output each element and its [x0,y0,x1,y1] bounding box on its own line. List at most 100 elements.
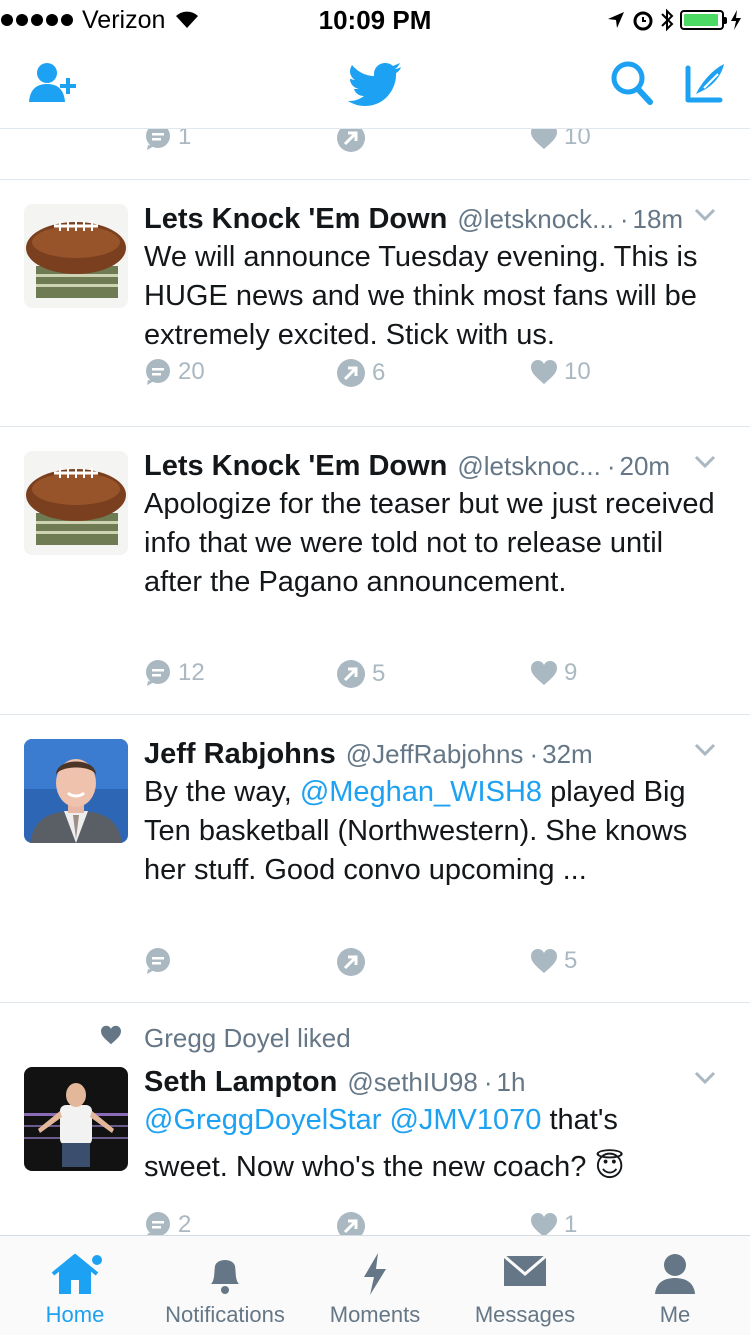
battery-icon [680,10,727,30]
retweet-button[interactable]: 5 [336,659,385,689]
retweet-icon [337,948,365,976]
like-button[interactable]: 1 [530,1211,577,1235]
author-handle[interactable]: @letsknock... [457,200,613,238]
tweet-time: 20m [619,451,671,481]
bluetooth-icon [661,8,674,32]
author-name[interactable]: Seth Lampton [144,1063,337,1101]
reply-icon [146,129,170,150]
tab-notifications[interactable]: Notifications [150,1236,300,1335]
chevron-down-icon[interactable] [694,455,716,469]
like-button[interactable]: 5 [530,947,577,975]
reply-icon [146,1212,170,1235]
author-name[interactable]: Jeff Rabjohns [144,735,336,773]
reply-button[interactable] [144,947,178,975]
retweet-icon [337,359,365,387]
tweet-time: 1h [496,1067,526,1097]
tweet-text-part: that's [541,1104,618,1136]
tab-label: Moments [329,1302,421,1327]
heart-icon [531,1213,557,1235]
avatar[interactable] [24,739,128,843]
tweet-header: Jeff Rabjohns @JeffRabjohns · 32m [144,735,716,773]
chevron-down-icon[interactable] [694,1071,716,1085]
separator-dot: · [619,204,629,234]
tweet[interactable]: Lets Knock 'Em Down @letsknoc... · 20m A… [0,427,750,715]
retweet-icon [337,660,365,688]
reply-count: 20 [178,358,205,385]
reply-count: 1 [178,129,192,150]
tweet[interactable]: Lets Knock 'Em Down @letsknock... · 18m … [0,180,750,427]
search-icon[interactable] [610,60,654,111]
tweet-content: Lets Knock 'Em Down @letsknoc... · 20m A… [144,447,716,602]
author-name[interactable]: Lets Knock 'Em Down [144,200,447,238]
chevron-down-icon[interactable] [694,743,716,757]
tab-label: Me [659,1302,691,1327]
mention-link[interactable]: @Meghan_WISH8 [300,776,542,808]
avatar[interactable] [24,451,128,555]
author-handle[interactable]: @JeffRabjohns [346,735,524,773]
reply-icon [146,359,170,385]
retweet-icon [337,129,365,152]
tweet-text-part: By the way, [144,776,300,808]
tab-bar: Home Notifications Moments Messages Me [0,1235,750,1335]
retweet-button[interactable]: 6 [336,358,385,388]
tab-moments[interactable]: Moments [300,1236,450,1335]
tweet-text: By the way, @Meghan_WISH8 played Big Ten… [144,773,716,890]
tab-home[interactable]: Home [0,1236,150,1335]
tweet-header: Lets Knock 'Em Down @letsknoc... · 20m [144,447,716,485]
retweet-count: 5 [372,660,386,687]
author-handle[interactable]: @letsknoc... [457,447,600,485]
status-right [606,5,742,35]
tweet-text: Apologize for the teaser but we just rec… [144,488,715,598]
tweet-header: Seth Lampton @sethIU98 · 1h [144,1063,716,1101]
charging-icon [731,10,741,30]
tweet-text-part: sweet. Now who's the new coach? [144,1151,595,1183]
mention-link[interactable]: @GreggDoyelStar [144,1104,381,1136]
like-button[interactable]: 10 [530,358,591,386]
retweet-button[interactable] [336,129,372,153]
like-count: 5 [564,947,578,974]
tweet-actions: 1 10 [144,129,664,163]
tab-label: Notifications [165,1302,285,1327]
person-icon [655,1254,695,1294]
reply-icon [146,948,170,974]
mention-link[interactable]: @JMV1070 [389,1104,541,1136]
like-button[interactable]: 9 [530,659,577,687]
like-count: 9 [564,659,578,686]
tab-label: Messages [474,1302,576,1327]
like-count: 10 [564,129,591,150]
author-handle[interactable]: @sethIU98 [347,1063,477,1101]
reply-button[interactable]: 12 [144,659,205,687]
chevron-down-icon[interactable] [694,208,716,222]
reply-button[interactable]: 2 [144,1211,191,1235]
like-button[interactable]: 10 [530,129,591,151]
add-user-icon[interactable] [28,60,78,109]
tweet-content: Jeff Rabjohns @JeffRabjohns · 32m By the… [144,735,716,890]
author-name[interactable]: Lets Knock 'Em Down [144,447,447,485]
timeline-feed[interactable]: 1 10 Lets Knock 'Em Down @letsknock... ·… [0,129,750,1235]
tab-me[interactable]: Me [600,1236,750,1335]
separator-dot: · [483,1067,493,1097]
twitter-bird-icon[interactable] [348,62,402,111]
liked-heart-icon [101,1025,121,1045]
avatar[interactable] [24,1067,128,1171]
lightning-icon [364,1253,386,1295]
tweet-text: We will announce Tuesday evening. This i… [144,241,698,351]
social-context-label[interactable]: Gregg Doyel liked [144,1023,351,1054]
tweet-content: Lets Knock 'Em Down @letsknock... · 18m … [144,200,716,355]
avatar[interactable] [24,204,128,308]
retweet-button[interactable] [336,947,372,977]
tweet[interactable]: Gregg Doyel liked Seth Lampton @sethIU98… [0,1003,750,1235]
tweet-partial[interactable]: 1 10 [0,129,750,180]
tweet[interactable]: Jeff Rabjohns @JeffRabjohns · 32m By the… [0,715,750,1003]
tab-messages[interactable]: Messages [450,1236,600,1335]
heart-icon [531,360,557,384]
reply-button[interactable]: 20 [144,358,205,386]
compose-icon[interactable] [684,60,728,109]
tweet-content: Seth Lampton @sethIU98 · 1h @GreggDoyelS… [144,1063,716,1187]
tab-label: Home [45,1302,105,1327]
retweet-button[interactable] [336,1211,372,1235]
bell-icon [211,1260,239,1294]
reply-button[interactable]: 1 [144,129,191,151]
tweet-actions: 5 [144,947,664,987]
heart-icon [531,129,557,149]
